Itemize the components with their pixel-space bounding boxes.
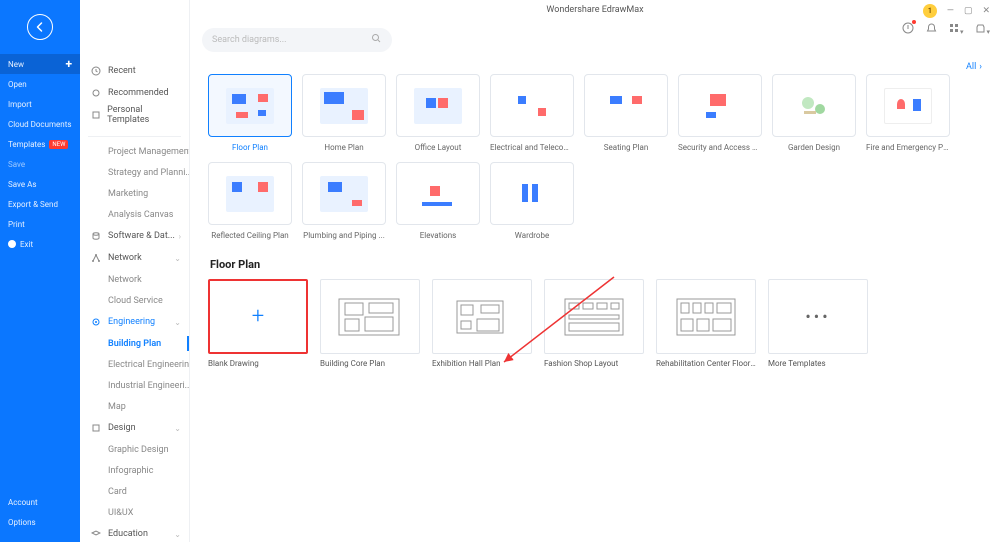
clock-icon bbox=[90, 65, 102, 77]
plus-icon: + bbox=[252, 304, 264, 329]
close-button[interactable]: ✕ bbox=[982, 6, 990, 16]
category-grid: Floor Plan Home Plan Office Layout Elect… bbox=[208, 74, 982, 240]
plus-icon: + bbox=[65, 57, 72, 71]
avatar[interactable]: 1 bbox=[923, 4, 937, 18]
category-column: Recent Recommended Personal Templates Pr… bbox=[80, 0, 190, 542]
chevron-down-icon: ⌄ bbox=[174, 254, 181, 263]
alert-icon[interactable] bbox=[902, 22, 914, 37]
topbar: Wondershare EdrawMax 1 ― ▢ ✕ ▾ ▾ Search … bbox=[190, 0, 1000, 54]
template-building-core[interactable]: Building Core Plan bbox=[320, 279, 420, 368]
cat-engineering[interactable]: Engineering ⌄ bbox=[80, 311, 189, 333]
cat-graphic-design[interactable]: Graphic Design bbox=[80, 439, 189, 460]
cat-education[interactable]: Education ⌄ bbox=[80, 523, 189, 542]
database-icon bbox=[90, 230, 102, 242]
search-input[interactable]: Search diagrams... bbox=[202, 28, 392, 52]
search-placeholder: Search diagrams... bbox=[212, 35, 287, 45]
cat-analysis[interactable]: Analysis Canvas bbox=[80, 204, 189, 225]
chevron-right-icon: › bbox=[979, 62, 982, 72]
cat-building-plan[interactable]: Building Plan bbox=[80, 333, 189, 354]
personal-icon bbox=[90, 109, 101, 121]
rail-exit[interactable]: Exit bbox=[0, 234, 80, 254]
card-electrical-telecom[interactable]: Electrical and Telecom... bbox=[490, 74, 574, 152]
gear-icon bbox=[90, 316, 102, 328]
cat-recommended[interactable]: Recommended bbox=[80, 82, 189, 104]
card-fire-emergency[interactable]: Fire and Emergency Pl... bbox=[866, 74, 950, 152]
cat-industrial-engineering[interactable]: Industrial Engineeri... bbox=[80, 375, 189, 396]
card-garden-design[interactable]: Garden Design bbox=[772, 74, 856, 152]
back-button[interactable] bbox=[0, 0, 80, 54]
rail-print[interactable]: Print bbox=[0, 214, 80, 234]
cat-map[interactable]: Map bbox=[80, 396, 189, 417]
back-arrow-icon bbox=[27, 14, 53, 40]
rail-account[interactable]: Account bbox=[0, 492, 80, 512]
cat-strategy[interactable]: Strategy and Planni... bbox=[80, 162, 189, 183]
apps-icon[interactable]: ▾ bbox=[949, 23, 964, 37]
star-icon bbox=[90, 87, 102, 99]
rail-open[interactable]: Open bbox=[0, 74, 80, 94]
cat-design[interactable]: Design ⌄ bbox=[80, 417, 189, 439]
chevron-down-icon: ⌄ bbox=[174, 424, 181, 433]
content: All › Floor Plan Home Plan Office Layout bbox=[190, 54, 1000, 542]
rail-import[interactable]: Import bbox=[0, 94, 80, 114]
main-area: Wondershare EdrawMax 1 ― ▢ ✕ ▾ ▾ Search … bbox=[190, 0, 1000, 542]
rail-export-send[interactable]: Export & Send bbox=[0, 194, 80, 214]
card-seating-plan[interactable]: Seating Plan bbox=[584, 74, 668, 152]
active-indicator bbox=[187, 336, 189, 351]
cat-card[interactable]: Card bbox=[80, 481, 189, 502]
left-rail: New + Open Import Cloud Documents Templa… bbox=[0, 0, 80, 542]
cat-network-sub[interactable]: Network bbox=[80, 269, 189, 290]
rail-templates[interactable]: Templates NEW bbox=[0, 134, 80, 154]
template-blank-drawing[interactable]: + Blank Drawing bbox=[208, 279, 308, 368]
card-office-layout[interactable]: Office Layout bbox=[396, 74, 480, 152]
card-elevations[interactable]: Elevations bbox=[396, 162, 480, 240]
network-icon bbox=[90, 252, 102, 264]
education-icon bbox=[90, 528, 102, 540]
template-rehab-center[interactable]: Rehabilitation Center Floor Pl... bbox=[656, 279, 756, 368]
chevron-right-icon: › bbox=[179, 232, 181, 241]
app-title: Wondershare EdrawMax bbox=[190, 5, 1000, 15]
new-badge: NEW bbox=[49, 140, 68, 149]
card-plumbing-piping[interactable]: Plumbing and Piping ... bbox=[302, 162, 386, 240]
maximize-button[interactable]: ▢ bbox=[964, 6, 973, 16]
cat-marketing[interactable]: Marketing bbox=[80, 183, 189, 204]
rail-cloud-documents[interactable]: Cloud Documents bbox=[0, 114, 80, 134]
template-grid: + Blank Drawing Building Core Plan Exhib… bbox=[208, 279, 982, 368]
card-security-access[interactable]: Security and Access Pl... bbox=[678, 74, 762, 152]
cat-infographic[interactable]: Infographic bbox=[80, 460, 189, 481]
card-wardrobe[interactable]: Wardrobe bbox=[490, 162, 574, 240]
exit-icon bbox=[8, 240, 16, 248]
rail-save[interactable]: Save bbox=[0, 154, 80, 174]
card-floor-plan[interactable]: Floor Plan bbox=[208, 74, 292, 152]
section-title: Floor Plan bbox=[210, 258, 982, 271]
cat-project-management[interactable]: Project Management bbox=[80, 141, 189, 162]
rail-new[interactable]: New + bbox=[0, 54, 80, 74]
cat-cloud-service[interactable]: Cloud Service bbox=[80, 290, 189, 311]
rail-save-as[interactable]: Save As bbox=[0, 174, 80, 194]
cat-network[interactable]: Network ⌄ bbox=[80, 247, 189, 269]
template-exhibition-hall[interactable]: Exhibition Hall Plan bbox=[432, 279, 532, 368]
more-icon: ••• bbox=[805, 307, 830, 326]
cat-software-database[interactable]: Software & Dat... › bbox=[80, 225, 189, 247]
cat-electrical-engineering[interactable]: Electrical Engineering bbox=[80, 354, 189, 375]
chevron-down-icon: ⌄ bbox=[174, 530, 181, 539]
template-fashion-shop[interactable]: Fashion Shop Layout bbox=[544, 279, 644, 368]
theme-icon[interactable]: ▾ bbox=[975, 23, 990, 37]
design-icon bbox=[90, 422, 102, 434]
window-controls: 1 ― ▢ ✕ bbox=[923, 4, 990, 18]
chevron-down-icon: ⌄ bbox=[174, 318, 181, 327]
card-reflected-ceiling[interactable]: Reflected Ceiling Plan bbox=[208, 162, 292, 240]
rail-options[interactable]: Options bbox=[0, 512, 80, 532]
bell-icon[interactable] bbox=[926, 23, 937, 37]
search-icon bbox=[371, 33, 382, 47]
rail-new-label: New bbox=[8, 60, 24, 69]
cat-uiux[interactable]: UI&UX bbox=[80, 502, 189, 523]
template-more[interactable]: ••• More Templates bbox=[768, 279, 868, 368]
cat-personal-templates[interactable]: Personal Templates bbox=[80, 104, 189, 126]
all-link[interactable]: All › bbox=[208, 62, 982, 72]
card-home-plan[interactable]: Home Plan bbox=[302, 74, 386, 152]
minimize-button[interactable]: ― bbox=[947, 6, 954, 16]
cat-recent[interactable]: Recent bbox=[80, 60, 189, 82]
